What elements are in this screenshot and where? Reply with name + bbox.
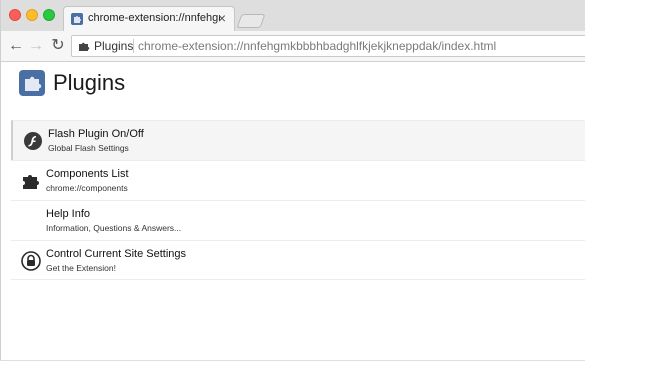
item-title: Flash Plugin On/Off	[48, 128, 144, 140]
plugin-logo-icon	[19, 70, 45, 96]
item-subtitle: chrome://components	[46, 183, 128, 193]
browser-window: chrome-extension://nnfehgmk × ← → ↻ Plug…	[0, 0, 585, 361]
page-title: Plugins	[53, 70, 126, 95]
puzzle-icon	[23, 175, 39, 189]
list-item-flash[interactable]: Flash Plugin On/Off Global Flash Setting…	[11, 120, 585, 160]
item-title: Control Current Site Settings	[46, 248, 187, 260]
list-item-components[interactable]: Components List chrome://components	[11, 160, 585, 200]
page-content: Plugins Flash Plugin On/Off Global Flash…	[1, 62, 585, 360]
forward-icon[interactable]: →	[27, 37, 45, 55]
omnibox-divider	[133, 39, 134, 53]
tab-title: chrome-extension://nnfehgmk	[88, 12, 220, 24]
close-window-button[interactable]	[9, 9, 21, 21]
active-tab[interactable]: chrome-extension://nnfehgmk ×	[63, 6, 235, 31]
omnibox-chip: Plugins	[94, 39, 134, 53]
item-title: Components List	[46, 168, 129, 180]
puzzle-icon	[79, 42, 90, 51]
list-item-site-settings[interactable]: Control Current Site Settings Get the Ex…	[11, 240, 585, 280]
flash-icon	[24, 132, 42, 150]
address-bar[interactable]: Plugins chrome-extension://nnfehgmkbbbhb…	[71, 35, 585, 57]
maximize-window-button[interactable]	[43, 9, 55, 21]
url-text[interactable]: chrome-extension://nnfehgmkbbbhbadghlfkj…	[138, 39, 496, 53]
tab-close-icon[interactable]: ×	[218, 10, 226, 26]
minimize-window-button[interactable]	[26, 9, 38, 21]
item-subtitle: Information, Questions & Answers...	[46, 223, 182, 233]
tab-strip: chrome-extension://nnfehgmk ×	[1, 0, 585, 31]
item-title: Help Info	[46, 208, 91, 220]
back-icon[interactable]: ←	[7, 37, 25, 55]
puzzle-favicon-icon	[71, 13, 83, 25]
list-item-help[interactable]: Help Info Information, Questions & Answe…	[11, 200, 585, 240]
item-subtitle: Get the Extension!	[46, 263, 116, 273]
reload-icon[interactable]: ↻	[49, 37, 67, 55]
item-subtitle: Global Flash Settings	[48, 143, 129, 153]
toolbar: ← → ↻ Plugins chrome-extension://nnfehgm…	[1, 31, 585, 62]
new-tab-button[interactable]	[236, 14, 266, 28]
plugin-list: Flash Plugin On/Off Global Flash Setting…	[11, 120, 585, 280]
lock-icon	[21, 251, 41, 271]
